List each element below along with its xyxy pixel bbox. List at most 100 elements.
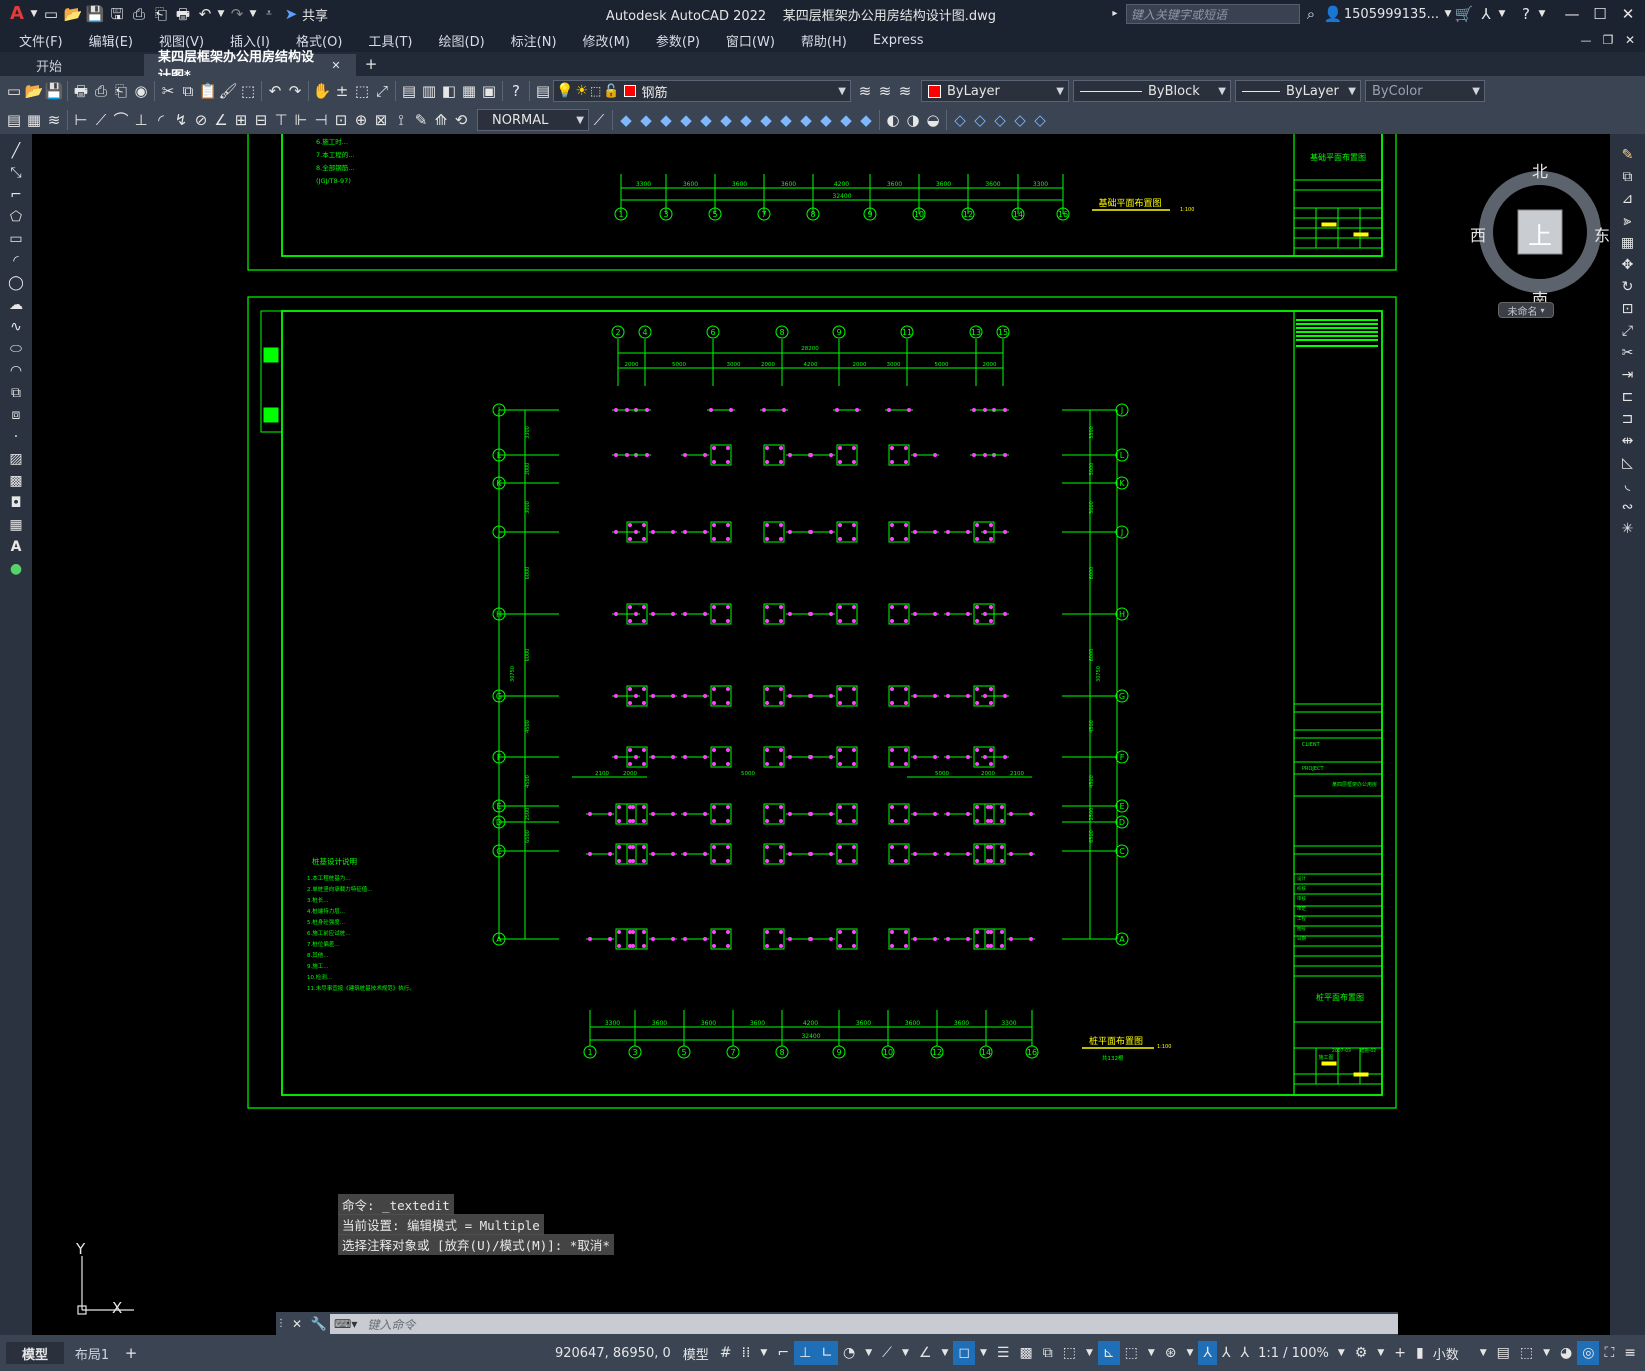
command-close-icon[interactable]: ✕: [286, 1313, 308, 1335]
tb-copy-icon[interactable]: ⧉: [178, 80, 198, 102]
gizmo-icon[interactable]: ⊛: [1160, 1341, 1182, 1365]
annotation-scale-icon[interactable]: ⅄: [1236, 1341, 1255, 1365]
gear-dropdown-icon[interactable]: ▼: [1372, 1341, 1389, 1365]
transparency-icon[interactable]: ▩: [1014, 1341, 1037, 1365]
coordinates[interactable]: 920647, 86950, 0: [555, 1346, 671, 1361]
selection-filter-icon[interactable]: ⬚: [1120, 1341, 1143, 1365]
grid-icon[interactable]: #: [715, 1341, 737, 1365]
view-i-icon[interactable]: ◆: [776, 109, 796, 131]
search-icon[interactable]: ⌕: [1300, 3, 1322, 25]
dim-angular-icon[interactable]: ∠: [211, 109, 231, 131]
trim-icon[interactable]: ✂: [1617, 342, 1639, 364]
user-icon[interactable]: 👤: [1322, 3, 1344, 25]
search-input[interactable]: 键入关键字或短语: [1125, 4, 1300, 24]
tb-preview-icon[interactable]: ⎙: [91, 80, 111, 102]
menu-parametric[interactable]: 参数(P): [643, 31, 713, 50]
add-layout-icon[interactable]: +: [120, 1342, 142, 1364]
construction-line-icon[interactable]: ⤡: [5, 162, 27, 184]
menu-window[interactable]: 窗口(W): [713, 31, 788, 50]
mtext-icon[interactable]: A: [5, 536, 27, 558]
circle-icon[interactable]: ◯: [5, 272, 27, 294]
units-dropdown-icon[interactable]: ▼: [1475, 1341, 1492, 1365]
shade-c-icon[interactable]: ◒: [923, 109, 943, 131]
offset-icon[interactable]: ⫸: [1617, 210, 1639, 232]
polar-dropdown-icon[interactable]: ▼: [860, 1341, 877, 1365]
ucs-e-icon[interactable]: ◇: [1030, 109, 1050, 131]
view-d-icon[interactable]: ◆: [676, 109, 696, 131]
polyline-icon[interactable]: ⌐: [5, 184, 27, 206]
share-icon[interactable]: ➤: [280, 3, 302, 25]
menu-modify[interactable]: 修改(M): [570, 31, 643, 50]
plot-icon[interactable]: 🖶: [172, 3, 194, 25]
tb-sheetset-icon[interactable]: ▦: [459, 80, 479, 102]
lock-dropdown-icon[interactable]: ▼: [1538, 1341, 1555, 1365]
tb-3d-icon[interactable]: ◉: [131, 80, 151, 102]
view-k-icon[interactable]: ◆: [816, 109, 836, 131]
gear-icon[interactable]: ⚙: [1350, 1341, 1373, 1365]
undo-icon[interactable]: ↶: [194, 3, 216, 25]
isodraft-dropdown-icon[interactable]: ▼: [897, 1341, 914, 1365]
tb-plot-icon[interactable]: 🖶: [71, 80, 91, 102]
otrack-dropdown-icon[interactable]: ▼: [936, 1341, 953, 1365]
isodraft-icon[interactable]: ⟋: [877, 1341, 897, 1365]
tb-pan-icon[interactable]: ✋: [312, 80, 332, 102]
array-icon[interactable]: ▦: [1617, 232, 1639, 254]
dim-ordinate-icon[interactable]: ⊥: [131, 109, 151, 131]
plotstyle-dropdown[interactable]: ByColor ▼: [1365, 80, 1485, 102]
dim-continue-icon[interactable]: ⊤: [271, 109, 291, 131]
open-file-icon[interactable]: 📂: [62, 3, 84, 25]
snap-dropdown-icon[interactable]: ▼: [755, 1341, 772, 1365]
copy-icon[interactable]: ⧉: [1617, 166, 1639, 188]
tb2-b-icon[interactable]: ▦: [24, 109, 44, 131]
open-web-icon[interactable]: ⎙: [128, 3, 150, 25]
scale-dropdown-icon[interactable]: ▼: [1333, 1341, 1350, 1365]
wcs-menu[interactable]: 未命名 ▾: [1498, 302, 1554, 318]
customize-status-icon[interactable]: ≡: [1619, 1341, 1641, 1365]
tb-help-icon[interactable]: ?: [506, 80, 526, 102]
search-expand-icon[interactable]: ▸: [1104, 3, 1126, 25]
dim-update-icon[interactable]: ⟲: [451, 109, 471, 131]
gizmo-dropdown-icon[interactable]: ▼: [1181, 1341, 1198, 1365]
dim-arc-icon[interactable]: ⌒: [111, 109, 131, 131]
menu-dimension[interactable]: 标注(N): [498, 31, 570, 50]
hatch-icon[interactable]: ▨: [5, 448, 27, 470]
minimize-icon[interactable]: —: [1561, 3, 1583, 25]
layer-dropdown[interactable]: 💡 ☀ ⬚ 🔓 钢筋 ▼: [553, 80, 851, 102]
tb-cut-icon[interactable]: ✂: [158, 80, 178, 102]
point-icon[interactable]: ·: [5, 426, 27, 448]
gradient-icon[interactable]: ▩: [5, 470, 27, 492]
user-dropdown-icon[interactable]: ▼: [1443, 3, 1453, 25]
doc-close-icon[interactable]: ✕: [1619, 29, 1641, 51]
menu-draw[interactable]: 绘图(D): [426, 31, 498, 50]
close-icon[interactable]: ✕: [1617, 3, 1639, 25]
tb-zoom-window-icon[interactable]: ⬚: [352, 80, 372, 102]
snap-icon[interactable]: ⁞⁞: [737, 1341, 756, 1365]
ellipse-icon[interactable]: ⬭: [5, 338, 27, 360]
menu-file[interactable]: 文件(F): [6, 31, 76, 50]
rotate-icon[interactable]: ↻: [1617, 276, 1639, 298]
tb-publish-icon[interactable]: ⎗: [111, 80, 131, 102]
menu-tools[interactable]: 工具(T): [355, 31, 425, 50]
quick-properties-icon[interactable]: ▤: [1492, 1341, 1515, 1365]
app-dropdown-icon[interactable]: ▼: [1497, 3, 1507, 25]
maximize-icon[interactable]: ☐: [1589, 3, 1611, 25]
stretch-icon[interactable]: ⤢: [1617, 320, 1639, 342]
autodesk-app-icon[interactable]: ⅄: [1475, 3, 1497, 25]
spline-icon[interactable]: ∿: [5, 316, 27, 338]
dim-aligned-icon[interactable]: ⟋: [91, 109, 111, 131]
dim-jogged-icon[interactable]: ↯: [171, 109, 191, 131]
drawing-canvas[interactable]: 6.施工时... 7.本工程的... 8.全部钢筋... (JGJ/T8-97) 1 3 5…: [32, 134, 1610, 1335]
dynamic-ucs-icon[interactable]: ⊾: [1097, 1341, 1120, 1365]
otrack-icon[interactable]: ∠: [914, 1341, 937, 1365]
tb-new-icon[interactable]: ▭: [4, 80, 24, 102]
help-icon[interactable]: ?: [1515, 3, 1537, 25]
doc-minimize-icon[interactable]: —: [1575, 29, 1597, 51]
units-icon[interactable]: ▮: [1411, 1341, 1429, 1365]
view-g-icon[interactable]: ◆: [736, 109, 756, 131]
viewcube[interactable]: 北 南 西 东 上: [1460, 152, 1610, 312]
view-f-icon[interactable]: ◆: [716, 109, 736, 131]
jog-line-icon[interactable]: ⟟: [391, 109, 411, 131]
dim-style-icon[interactable]: ⟋: [589, 109, 609, 131]
polygon-icon[interactable]: ⬠: [5, 206, 27, 228]
region-icon[interactable]: ◘: [5, 492, 27, 514]
